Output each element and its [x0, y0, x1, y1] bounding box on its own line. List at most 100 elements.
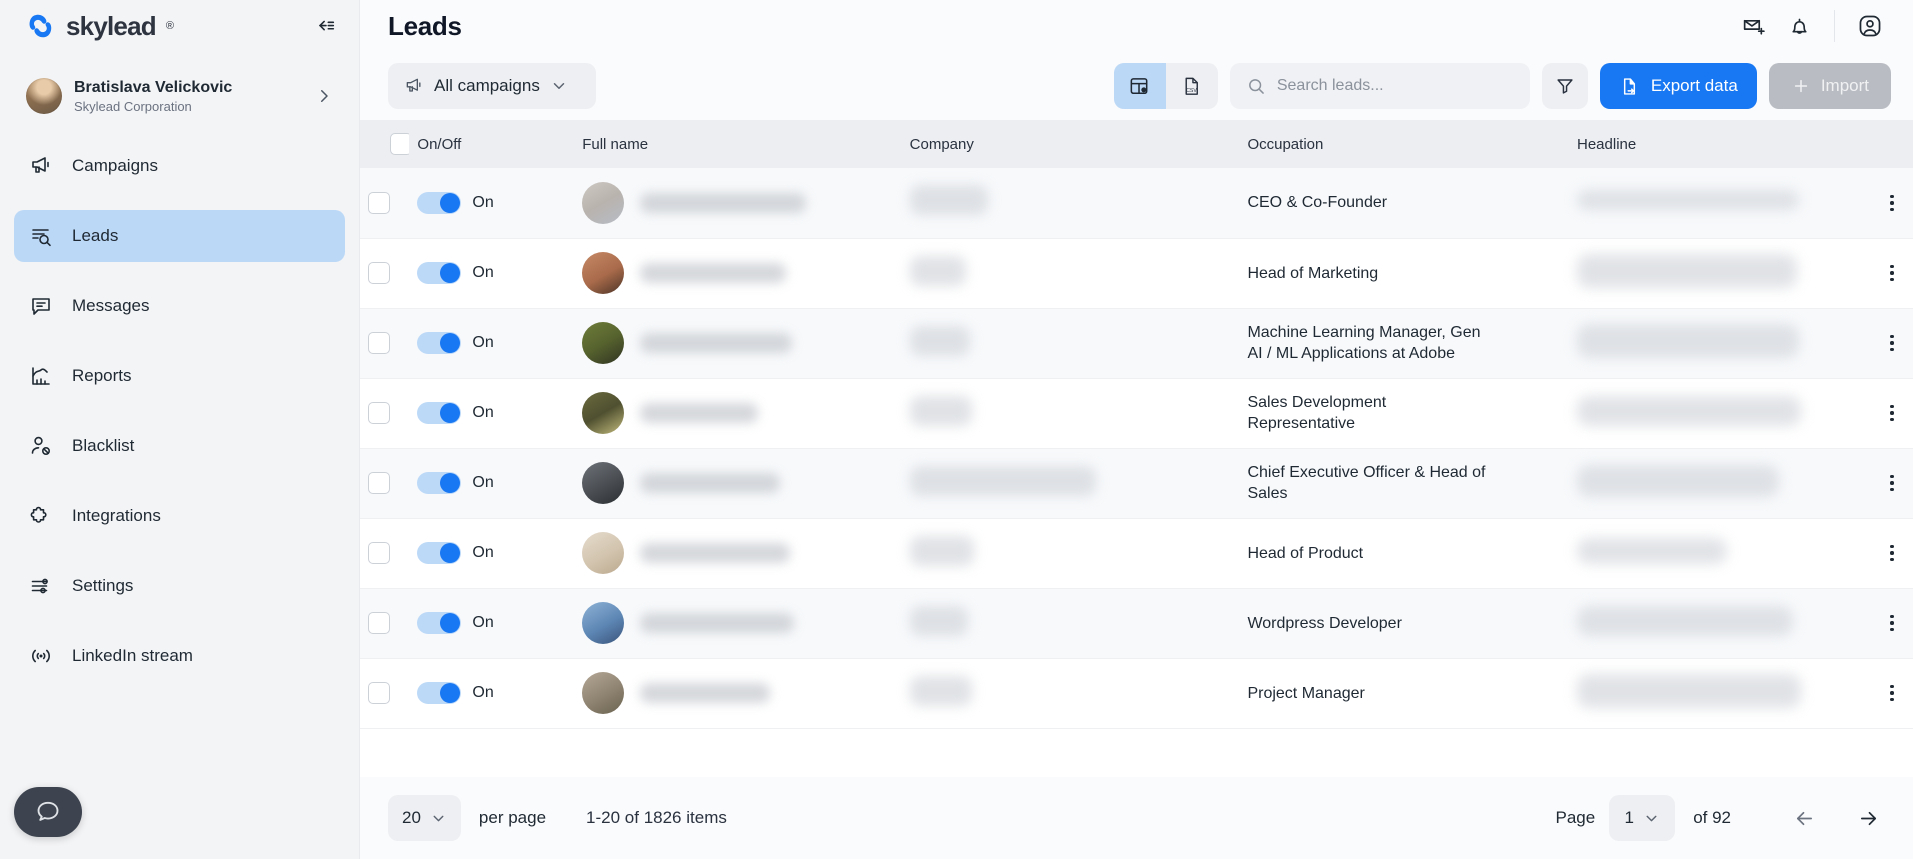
lead-avatar [582, 602, 625, 644]
per-page-dropdown[interactable]: 20 [388, 795, 461, 841]
row-checkbox[interactable] [368, 612, 390, 634]
table-row[interactable]: On Head of Product [360, 518, 1913, 588]
sidebar-item-settings[interactable]: Settings [14, 560, 345, 612]
row-headline-cell [1569, 448, 1857, 518]
row-checkbox[interactable] [368, 262, 390, 284]
page-header: Leads [360, 0, 1913, 52]
megaphone-icon [406, 78, 421, 92]
kebab-menu-icon[interactable] [1879, 400, 1905, 426]
row-select-cell [360, 448, 409, 518]
page-title: Leads [388, 10, 462, 41]
kebab-menu-icon[interactable] [1879, 610, 1905, 636]
row-actions-cell [1857, 658, 1913, 728]
lead-toggle[interactable] [417, 191, 462, 214]
page-number-dropdown[interactable]: 1 [1609, 795, 1676, 841]
table-row[interactable]: On Wordpress Developer [360, 588, 1913, 658]
funnel-icon [1557, 79, 1573, 94]
table-head: On/Off Full name Company Occupation Head… [360, 120, 1913, 168]
filter-button[interactable] [1541, 63, 1588, 109]
toggle-state-label: On [472, 193, 494, 211]
lead-company-redacted [909, 395, 972, 426]
chat-support-button[interactable] [14, 787, 82, 837]
kebab-menu-icon[interactable] [1879, 470, 1905, 496]
kebab-menu-icon[interactable] [1879, 680, 1905, 706]
lead-name-group [582, 602, 893, 644]
previous-page-button[interactable] [1781, 795, 1827, 841]
notifications-button[interactable] [1778, 5, 1820, 47]
row-checkbox[interactable] [368, 191, 390, 214]
table-row[interactable]: On Project Manager [360, 658, 1913, 728]
row-actions-cell [1857, 378, 1913, 448]
lead-avatar [582, 672, 625, 714]
row-checkbox[interactable] [368, 402, 390, 424]
lead-toggle[interactable] [417, 542, 462, 564]
toggle-state-label: On [472, 334, 494, 351]
sidebar-collapse-button[interactable] [311, 11, 341, 41]
row-checkbox[interactable] [368, 682, 390, 704]
mail-button[interactable] [1732, 5, 1774, 47]
table-row[interactable]: On Chief Executive Officer & Head of Sale… [360, 448, 1913, 518]
bell-icon [1791, 18, 1807, 34]
search-box[interactable] [1229, 63, 1530, 109]
sidebar-item-integrations[interactable]: Integrations [14, 490, 345, 542]
sidebar-item-blacklist[interactable]: Blacklist [14, 420, 345, 472]
lead-full-name-redacted [640, 192, 807, 213]
csv-view-button[interactable]: CSV [1166, 63, 1218, 109]
row-select-cell [360, 518, 409, 588]
lead-headline-redacted [1577, 323, 1799, 358]
campaign-filter-label: All campaigns [434, 76, 540, 95]
lead-full-name-redacted [640, 543, 791, 563]
lead-toggle[interactable] [417, 472, 462, 494]
bar-chart-icon [28, 363, 54, 389]
sliders-icon [28, 573, 54, 599]
sidebar-item-reports[interactable]: Reports [14, 350, 345, 402]
row-onoff-cell: On [409, 448, 574, 518]
table-view-button[interactable] [1113, 63, 1166, 109]
table-row[interactable]: On CEO & Co-Founder [360, 168, 1913, 238]
brand-registered-mark: ® [165, 20, 174, 32]
kebab-menu-icon[interactable] [1879, 190, 1905, 216]
column-header-company[interactable]: Company [901, 120, 1240, 168]
lead-toggle[interactable] [417, 682, 462, 704]
occupation-line: Representative [1247, 415, 1356, 432]
column-header-occupation[interactable]: Occupation [1239, 120, 1569, 168]
lead-full-name-redacted [640, 683, 771, 703]
sidebar-item-label: Settings [72, 576, 134, 595]
kebab-menu-icon[interactable] [1879, 330, 1905, 356]
export-data-button[interactable]: Export data [1599, 63, 1757, 109]
sidebar-item-linkedin-stream[interactable]: LinkedIn stream [14, 630, 345, 682]
brand-logo[interactable]: skylead ® [24, 12, 174, 40]
search-input[interactable] [1276, 77, 1514, 95]
campaign-filter-dropdown[interactable]: All campaigns [388, 63, 596, 109]
sidebar-item-campaigns[interactable]: Campaigns [14, 140, 345, 192]
kebab-menu-icon[interactable] [1879, 540, 1905, 566]
items-range-text: 1-20 of 1826 items [586, 808, 727, 827]
row-checkbox[interactable] [368, 542, 390, 564]
row-checkbox[interactable] [368, 332, 390, 354]
occupation-line: Sales [1247, 485, 1288, 502]
column-header-onoff[interactable]: On/Off [409, 120, 575, 168]
table-footer: 20 per page 1-20 of 1826 items Page 1 of… [360, 777, 1913, 859]
table-row[interactable]: On Sales Development Representative [360, 378, 1913, 448]
account-button[interactable] [1849, 5, 1891, 47]
page-label: Page [1555, 808, 1596, 827]
table-row[interactable]: On Head of Marketing [360, 238, 1913, 308]
column-header-headline[interactable]: Headline [1569, 120, 1858, 168]
file-export-icon [1623, 77, 1635, 95]
user-profile-button[interactable]: Bratislava Velickovic Skylead Corporatio… [14, 68, 345, 124]
row-headline-cell [1569, 518, 1857, 588]
kebab-menu-icon[interactable] [1879, 260, 1905, 286]
table-row[interactable]: On Machine Learning Manager, Gen AI / ML … [360, 308, 1913, 378]
lead-toggle[interactable] [417, 612, 462, 634]
lead-toggle[interactable] [417, 402, 462, 424]
lead-toggle[interactable] [417, 332, 462, 354]
row-name-cell [574, 448, 901, 518]
sidebar-item-messages[interactable]: Messages [14, 280, 345, 332]
sidebar-item-leads[interactable]: Leads [14, 210, 345, 262]
column-header-full-name[interactable]: Full name [574, 120, 902, 168]
row-headline-cell [1569, 308, 1857, 378]
row-select-cell [360, 658, 409, 728]
lead-toggle[interactable] [417, 262, 462, 284]
next-page-button[interactable] [1845, 795, 1891, 841]
row-checkbox[interactable] [368, 472, 390, 494]
